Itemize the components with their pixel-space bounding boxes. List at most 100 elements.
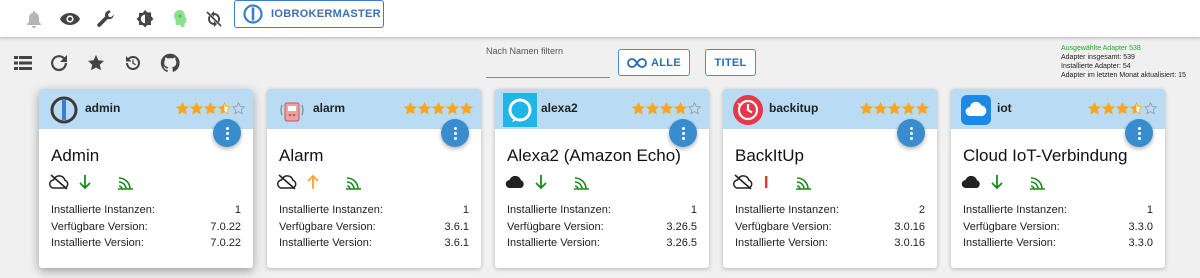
info-row-installed: Installierte Version: 3.6.1 <box>279 235 469 252</box>
star-icon <box>902 102 915 115</box>
iobroker-logo-icon <box>243 4 263 24</box>
card-status-icons <box>505 173 601 191</box>
installed-label: Installierte Version: <box>507 237 600 249</box>
host-label: IOBROKERMASTER <box>271 8 381 20</box>
info-row-installed: Installierte Version: 3.26.5 <box>507 235 697 252</box>
star-icon <box>176 102 189 115</box>
rating-stars[interactable] <box>631 102 701 115</box>
card-menu-button[interactable] <box>1125 119 1153 147</box>
info-row-instances: Installierte Instanzen: 1 <box>51 202 241 219</box>
star-icon <box>432 102 445 115</box>
title-button[interactable]: TITEL <box>705 49 756 76</box>
rating-stars[interactable] <box>403 102 473 115</box>
update-history-icon[interactable] <box>121 52 143 74</box>
info-row-installed: Installierte Version: 3.0.16 <box>735 235 925 252</box>
star-icon <box>460 102 473 115</box>
instances-value: 1 <box>690 204 697 216</box>
card-menu-button[interactable] <box>669 119 697 147</box>
adapter-card-iot[interactable]: iot Cloud IoT-Verbindung Installierte In… <box>951 89 1165 268</box>
all-button[interactable]: ALLE <box>618 49 690 76</box>
adapter-card-alexa2[interactable]: alexa2 Alexa2 (Amazon Echo) Installierte… <box>495 89 709 268</box>
instances-label: Installierte Instanzen: <box>963 204 1067 216</box>
stats-selected: Ausgewählte Adapter 538 <box>1061 45 1141 52</box>
theme-icon[interactable] <box>132 6 158 32</box>
expert-mode-icon[interactable] <box>167 6 193 32</box>
info-row-available: Verfügbare Version: 3.3.0 <box>963 219 1153 236</box>
installed-label: Installierte Version: <box>963 237 1056 249</box>
adapter-info: Installierte Instanzen: 1 Verfügbare Vers… <box>279 202 469 252</box>
card-menu-button[interactable] <box>213 119 241 147</box>
star-icon <box>232 102 245 115</box>
stats-total: Adapter insgesamt: 539 <box>1061 54 1135 61</box>
list-view-icon[interactable] <box>12 52 34 74</box>
star-icon <box>874 102 887 115</box>
info-row-instances: Installierte Instanzen: 1 <box>963 202 1153 219</box>
top-bar: IOBROKERMASTER <box>0 0 1200 38</box>
rating-stars[interactable] <box>859 102 929 115</box>
star-filter-icon[interactable] <box>85 52 107 74</box>
adapter-card-admin[interactable]: admin Admin Installierte Instanzen: 1 Ver… <box>39 89 253 268</box>
card-menu-button[interactable] <box>441 119 469 147</box>
instances-label: Installierte Instanzen: <box>735 204 839 216</box>
refresh-icon[interactable] <box>48 52 70 74</box>
star-icon <box>404 102 417 115</box>
more-vert-icon <box>453 126 457 141</box>
instances-value: 1 <box>1146 204 1153 216</box>
installed-value: 3.26.5 <box>666 237 697 249</box>
more-vert-icon <box>909 126 913 141</box>
info-row-available: Verfügbare Version: 7.0.22 <box>51 219 241 236</box>
instances-value: 1 <box>462 204 469 216</box>
card-menu-button[interactable] <box>897 119 925 147</box>
adapter-card-alarm[interactable]: alarm Alarm Installierte Instanzen: 1 Ver… <box>267 89 481 268</box>
adapter-name: alexa2 <box>541 101 578 115</box>
sync-icon[interactable] <box>201 6 227 32</box>
adapter-info: Installierte Instanzen: 1 Verfügbare Vers… <box>963 202 1153 252</box>
arrow-down-icon <box>79 174 91 190</box>
available-label: Verfügbare Version: <box>963 220 1060 233</box>
available-value: 3.3.0 <box>1128 220 1153 233</box>
eye-icon[interactable] <box>57 6 83 32</box>
available-label: Verfügbare Version: <box>279 220 376 233</box>
filter-input[interactable] <box>486 58 610 78</box>
card-status-icons <box>961 173 1057 191</box>
alarm-logo-icon <box>275 93 309 127</box>
instances-label: Installierte Instanzen: <box>279 204 383 216</box>
adapter-name: alarm <box>313 101 346 115</box>
installed-value: 3.6.1 <box>444 237 469 249</box>
star-icon <box>632 102 645 115</box>
backitup-logo-icon <box>731 93 765 127</box>
adapter-title: Cloud IoT-Verbindung <box>963 146 1128 165</box>
wrench-icon[interactable] <box>93 6 119 32</box>
all-button-label: ALLE <box>651 56 681 69</box>
signal-icon <box>117 174 135 190</box>
arrow-down-icon <box>535 174 547 190</box>
bell-icon[interactable] <box>21 6 47 32</box>
installed-label: Installierte Version: <box>279 237 372 249</box>
star-icon <box>418 102 431 115</box>
star-icon <box>446 102 459 115</box>
available-label: Verfügbare Version: <box>507 220 604 233</box>
rating-stars[interactable] <box>1087 102 1157 115</box>
card-status-icons <box>49 173 145 191</box>
rating-stars[interactable] <box>175 102 245 115</box>
adapter-card-backitup[interactable]: backitup BackItUp Installierte Instanzen… <box>723 89 937 268</box>
star-icon <box>888 102 901 115</box>
adapter-info: Installierte Instanzen: 2 Verfügbare Vers… <box>735 202 925 252</box>
host-button[interactable]: IOBROKERMASTER <box>234 0 384 28</box>
filter-label: Nach Namen filtern <box>486 46 564 56</box>
github-icon[interactable] <box>159 52 181 74</box>
adapter-title: BackItUp <box>735 146 804 165</box>
adapter-info: Installierte Instanzen: 1 Verfügbare Vers… <box>507 202 697 252</box>
info-row-instances: Installierte Instanzen: 2 <box>735 202 925 219</box>
info-row-instances: Installierte Instanzen: 1 <box>507 202 697 219</box>
bar-icon <box>763 174 769 190</box>
adapter-name: admin <box>85 101 121 115</box>
star-icon <box>1102 102 1115 115</box>
stats-updated: Adapter im letzten Monat aktualisiert: 1… <box>1061 72 1186 79</box>
title-button-label: TITEL <box>714 56 747 69</box>
infinity-icon <box>627 57 647 68</box>
available-label: Verfügbare Version: <box>51 220 148 233</box>
star-icon <box>646 102 659 115</box>
info-row-available: Verfügbare Version: 3.0.16 <box>735 219 925 236</box>
cloud-off-icon <box>277 174 297 190</box>
